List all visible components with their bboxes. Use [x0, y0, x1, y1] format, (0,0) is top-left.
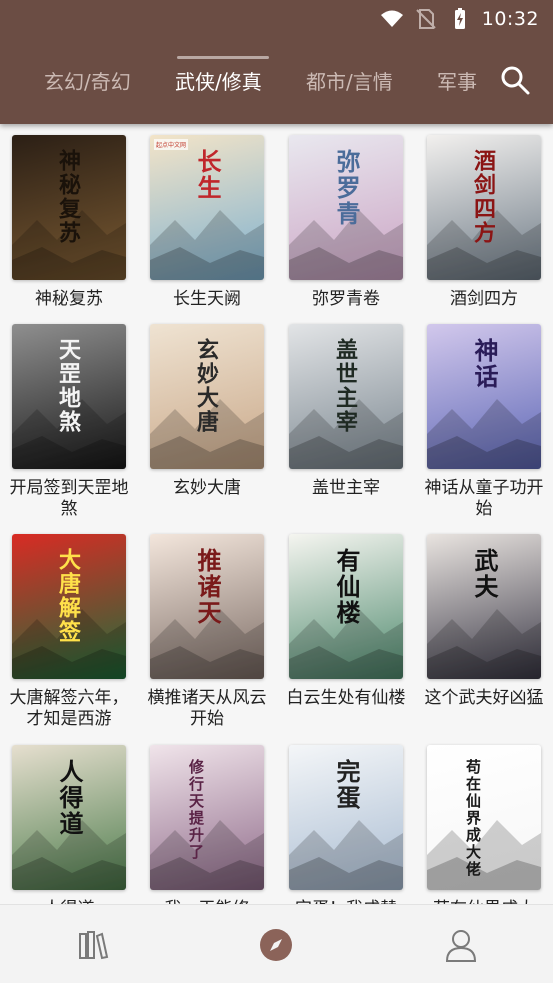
wifi-icon — [380, 10, 403, 27]
book-item[interactable]: 神秘复苏 神秘复苏 — [12, 135, 150, 340]
book-cover[interactable]: 神秘复苏 — [12, 135, 126, 280]
book-title[interactable]: 大唐解签六年，才知是西游 — [4, 688, 134, 730]
book-cover[interactable]: 推诸天 — [150, 534, 264, 679]
book-cover[interactable]: 长生 起点中文网 — [150, 135, 264, 280]
book-title[interactable]: 盖世主宰 — [281, 478, 411, 499]
tab-urban[interactable]: 都市/言情 — [306, 66, 393, 95]
book-cover[interactable]: 玄妙大唐 — [150, 324, 264, 469]
profile-tab[interactable] — [441, 925, 481, 965]
bottom-nav — [0, 904, 553, 983]
book-title[interactable]: 神秘复苏 — [4, 289, 134, 310]
app-header: 10:32 玄幻/奇幻 武侠/修真 都市/言情 军事 — [0, 0, 553, 124]
tab-fantasy[interactable]: 玄幻/奇幻 — [44, 66, 131, 95]
book-cover[interactable]: 弥罗青 — [289, 135, 403, 280]
cover-title: 玄妙大唐 — [193, 338, 219, 434]
book-item[interactable]: 武夫 这个武夫好凶猛 — [425, 534, 553, 739]
bookshelf-tab[interactable] — [73, 925, 113, 965]
book-title[interactable]: 白云生处有仙楼 — [281, 688, 411, 709]
cover-title: 长生 — [193, 149, 222, 201]
cover-art — [427, 820, 541, 890]
book-item[interactable]: 推诸天 横推诸天从风云开始 — [148, 534, 288, 739]
book-cover[interactable]: 苟在仙界成大佬 — [427, 745, 541, 890]
cover-title: 推诸天 — [193, 548, 222, 626]
book-cover[interactable]: 神话 — [427, 324, 541, 469]
book-title[interactable]: 神话从童子功开始 — [419, 478, 549, 520]
book-cover[interactable]: 大唐解签 — [12, 534, 126, 679]
book-item[interactable]: 有仙楼 白云生处有仙楼 — [287, 534, 427, 739]
cover-title: 完蛋 — [332, 759, 361, 811]
book-title[interactable]: 酒剑四方 — [419, 289, 549, 310]
cover-art — [150, 820, 264, 890]
book-cover[interactable]: 酒剑四方 — [427, 135, 541, 280]
tab-military[interactable]: 军事 — [437, 66, 477, 95]
discover-tab[interactable] — [256, 925, 296, 965]
book-cover[interactable]: 有仙楼 — [289, 534, 403, 679]
book-item[interactable]: 完蛋完蛋！我成替 — [289, 745, 427, 904]
book-title[interactable]: 弥罗青卷 — [281, 289, 411, 310]
book-cover[interactable]: 完蛋 — [289, 745, 403, 890]
cover-title: 有仙楼 — [332, 548, 361, 626]
status-bar: 10:32 — [380, 0, 553, 38]
book-item[interactable]: 修行天提升了我一天能修 — [150, 745, 288, 904]
cover-title: 人得道 — [55, 759, 84, 837]
cover-title: 酒剑四方 — [470, 149, 496, 245]
cover-title: 苟在仙界成大佬 — [464, 759, 482, 878]
book-item[interactable]: 大唐解签 大唐解签六年，才知是西游 — [10, 534, 150, 739]
book-title[interactable]: 长生天阙 — [142, 289, 272, 310]
book-title[interactable]: 玄妙大唐 — [142, 478, 272, 499]
book-item[interactable]: 酒剑四方 酒剑四方 — [427, 135, 553, 340]
cover-title: 大唐解签 — [55, 548, 81, 644]
battery-charging-icon — [454, 8, 465, 29]
active-tab-indicator — [177, 56, 269, 59]
publisher-badge: 起点中文网 — [154, 139, 189, 150]
no-sim-icon — [416, 9, 436, 29]
book-item[interactable]: 玄妙大唐 玄妙大唐 — [150, 324, 288, 529]
bookshelf-icon — [79, 931, 109, 960]
book-item[interactable]: 神话 神话从童子功开始 — [425, 324, 553, 529]
book-item[interactable]: 长生 起点中文网 长生天阙 — [150, 135, 288, 340]
category-tabs: 玄幻/奇幻 武侠/修真 都市/言情 军事 — [0, 56, 553, 106]
book-title[interactable]: 这个武夫好凶猛 — [419, 688, 549, 709]
cover-title: 武夫 — [470, 548, 499, 600]
cover-title: 神话 — [470, 338, 499, 390]
book-cover[interactable]: 天罡地煞 — [12, 324, 126, 469]
discover-icon — [260, 929, 292, 961]
book-item[interactable]: 人得道人得道 — [12, 745, 150, 904]
book-title[interactable]: 开局签到天罡地煞 — [4, 478, 134, 520]
status-time: 10:32 — [481, 8, 539, 30]
cover-title: 盖世主宰 — [332, 338, 358, 434]
book-cover[interactable]: 盖世主宰 — [289, 324, 403, 469]
book-item[interactable]: 弥罗青 弥罗青卷 — [289, 135, 427, 340]
tab-wuxia[interactable]: 武侠/修真 — [175, 66, 262, 95]
book-item[interactable]: 盖世主宰 盖世主宰 — [289, 324, 427, 529]
book-item[interactable]: 苟在仙界成大佬苟在仙界成大 — [427, 745, 553, 904]
cover-title: 修行天提升了 — [187, 759, 205, 861]
cover-title: 天罡地煞 — [55, 338, 81, 434]
cover-title: 神秘复苏 — [55, 149, 81, 245]
book-title[interactable]: 横推诸天从风云开始 — [142, 688, 272, 730]
cover-title: 弥罗青 — [332, 149, 361, 227]
book-grid: 神秘复苏 神秘复苏 长生 起点中文网 长生天阙 弥罗青 弥罗青卷 酒剑四方 酒剑四方 天罡地煞 开局… — [0, 124, 553, 904]
book-cover[interactable]: 人得道 — [12, 745, 126, 890]
book-cover[interactable]: 武夫 — [427, 534, 541, 679]
book-cover[interactable]: 修行天提升了 — [150, 745, 264, 890]
book-item[interactable]: 天罡地煞 开局签到天罡地煞 — [10, 324, 150, 529]
profile-icon — [445, 930, 477, 962]
search-icon[interactable] — [499, 64, 531, 96]
